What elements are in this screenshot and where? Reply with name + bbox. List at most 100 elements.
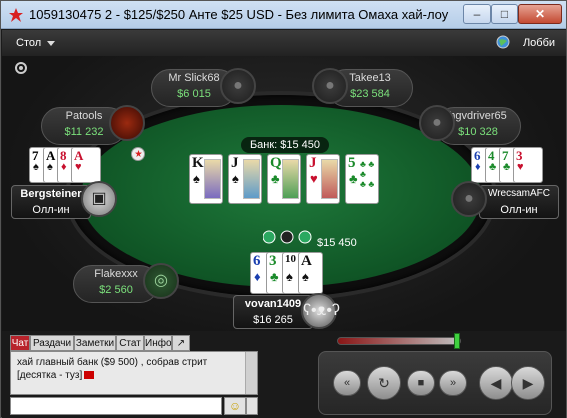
tab-hands[interactable]: Раздачи	[30, 335, 74, 351]
poker-table-window: 1059130475 2 - $125/$250 Анте $25 USD - …	[0, 0, 567, 418]
table-menu-label: Стол	[16, 37, 42, 49]
lobby-button[interactable]: Лобби	[516, 34, 562, 52]
tab-stats[interactable]: Стат	[116, 335, 144, 351]
player-status: Олл-ин	[500, 204, 538, 216]
player-name: Bergsteiner	[20, 188, 82, 200]
teddy-bear-avatar-icon: ʕ•ᴥ•ʔ	[303, 302, 340, 319]
minimize-button[interactable]: –	[463, 4, 491, 24]
globe-icon[interactable]	[496, 35, 510, 49]
rewind-button[interactable]: «	[333, 370, 361, 396]
player-plate-wrecsamafc[interactable]: WrecsamAFC Олл-ин	[479, 185, 559, 219]
avatar: ●	[419, 105, 455, 141]
board-card: J ♠	[228, 154, 262, 204]
card-face-picture	[321, 159, 338, 199]
card-suit: ♣	[270, 269, 279, 284]
settings-icon[interactable]	[14, 61, 28, 75]
previous-hand-button[interactable]: ◀	[479, 366, 513, 400]
avatar: ▣	[81, 181, 117, 217]
card-suit: ♣	[503, 161, 511, 173]
card-rank: Q	[270, 155, 282, 171]
card-face-picture	[204, 159, 221, 199]
empty-avatar-icon: ●	[233, 77, 243, 94]
chat-log: хай главный банк ($9 500) , собрав стрит…	[10, 351, 258, 395]
table-toolbar: Стол Лобби	[2, 30, 566, 56]
card-suit: ♣	[349, 171, 358, 186]
dealer-star-icon	[135, 150, 142, 157]
board-card: Q ♣	[267, 154, 301, 204]
tab-info[interactable]: Инфо	[144, 335, 172, 351]
fast-forward-button[interactable]: »	[439, 370, 467, 396]
board-card: 5 ♣ ♣ ♣ ♣ ♣ ♣	[345, 154, 379, 204]
avatar: ●	[451, 181, 487, 217]
card-suit: ♠	[232, 171, 239, 186]
table-menu-button[interactable]: Стол	[10, 34, 61, 52]
card-rank: J	[231, 155, 239, 171]
replay-button[interactable]: ↻	[367, 366, 401, 400]
card-suit: ♠	[193, 171, 200, 186]
card-suit: ♠	[47, 161, 53, 173]
card-rank: A	[301, 253, 312, 269]
chevron-down-icon[interactable]	[246, 397, 258, 415]
chip-avatar-icon: ◎	[154, 272, 168, 289]
bet-amount: $15 450	[317, 237, 357, 249]
time-bank-indicator	[454, 333, 460, 349]
tab-notes[interactable]: Заметки	[74, 335, 116, 351]
bottom-panel: Чат Раздачи Заметки Стат Инфо ↗ хай глав…	[2, 331, 566, 418]
flag-icon	[84, 371, 95, 380]
avatar: ●	[312, 68, 348, 104]
pokerstars-logo-icon	[9, 8, 23, 22]
player-stack: $16 265	[253, 314, 293, 326]
player-plate-bergsteiner[interactable]: Bergsteiner Олл-ин	[11, 185, 91, 219]
title-bar: 1059130475 2 - $125/$250 Анте $25 USD - …	[1, 1, 566, 29]
empty-avatar-icon: ●	[464, 190, 474, 207]
chip-stacks-icon	[263, 230, 312, 244]
close-button[interactable]: ✕	[518, 4, 562, 24]
chat-input[interactable]	[10, 397, 222, 415]
card-suit: ♣	[271, 171, 280, 186]
card-suit: ♥	[310, 171, 318, 186]
window-title: 1059130475 2 - $125/$250 Анте $25 USD - …	[29, 7, 449, 22]
card-rank: 10	[285, 253, 296, 265]
avatar: ʕ•ᴥ•ʔ	[301, 293, 340, 329]
card-suit: ♣	[489, 161, 497, 173]
card-suit: ♥	[517, 161, 524, 173]
chat-message: хай главный банк ($9 500) , собрав стрит…	[17, 356, 239, 382]
card-rank: K	[192, 155, 204, 171]
tab-chat[interactable]: Чат	[10, 335, 30, 351]
hole-card: A ♠	[298, 252, 323, 294]
pot-label: Банк: $15 450	[241, 137, 329, 153]
card-rank: 5	[348, 155, 356, 171]
card-face-picture	[282, 159, 299, 199]
avatar: ◎	[143, 263, 179, 299]
chat-scrollbar[interactable]	[245, 352, 257, 394]
emoji-button[interactable]: ☺	[224, 397, 246, 415]
board-card: J ♥	[306, 154, 340, 204]
card-rank: J	[309, 155, 317, 171]
board-card: K ♠	[189, 154, 223, 204]
popout-icon[interactable]: ↗	[172, 335, 190, 351]
next-hand-button[interactable]: ▶	[511, 366, 545, 400]
computer-avatar-icon: ▣	[91, 190, 107, 207]
card-suit: ♦	[254, 269, 261, 284]
card-pips: ♣ ♣ ♣ ♣ ♣	[360, 159, 375, 189]
replay-controls: « ↻ ■ » ◀ ▶	[318, 351, 552, 415]
hole-card: 3 ♥	[513, 147, 543, 183]
avatar: ●	[220, 68, 256, 104]
player-status: Олл-ин	[32, 204, 70, 216]
chat-message-text: хай главный банк ($9 500) , собрав стрит…	[17, 357, 208, 381]
card-suit: ♠	[33, 161, 39, 173]
chevron-down-icon	[47, 40, 56, 46]
card-rank: 3	[269, 253, 277, 269]
maximize-button[interactable]: □	[491, 4, 518, 24]
card-suit: ♥	[75, 161, 82, 173]
stop-button[interactable]: ■	[407, 370, 435, 396]
empty-avatar-icon: ●	[432, 114, 442, 131]
hole-card: A ♥	[71, 147, 101, 183]
card-suit: ♠	[286, 269, 293, 284]
dealer-button	[131, 147, 145, 161]
card-suit: ♦	[61, 161, 67, 173]
card-suit: ♠	[302, 269, 309, 284]
player-name: WrecsamAFC	[487, 188, 551, 199]
card-face-picture	[243, 159, 260, 199]
card-rank: 6	[253, 253, 261, 269]
